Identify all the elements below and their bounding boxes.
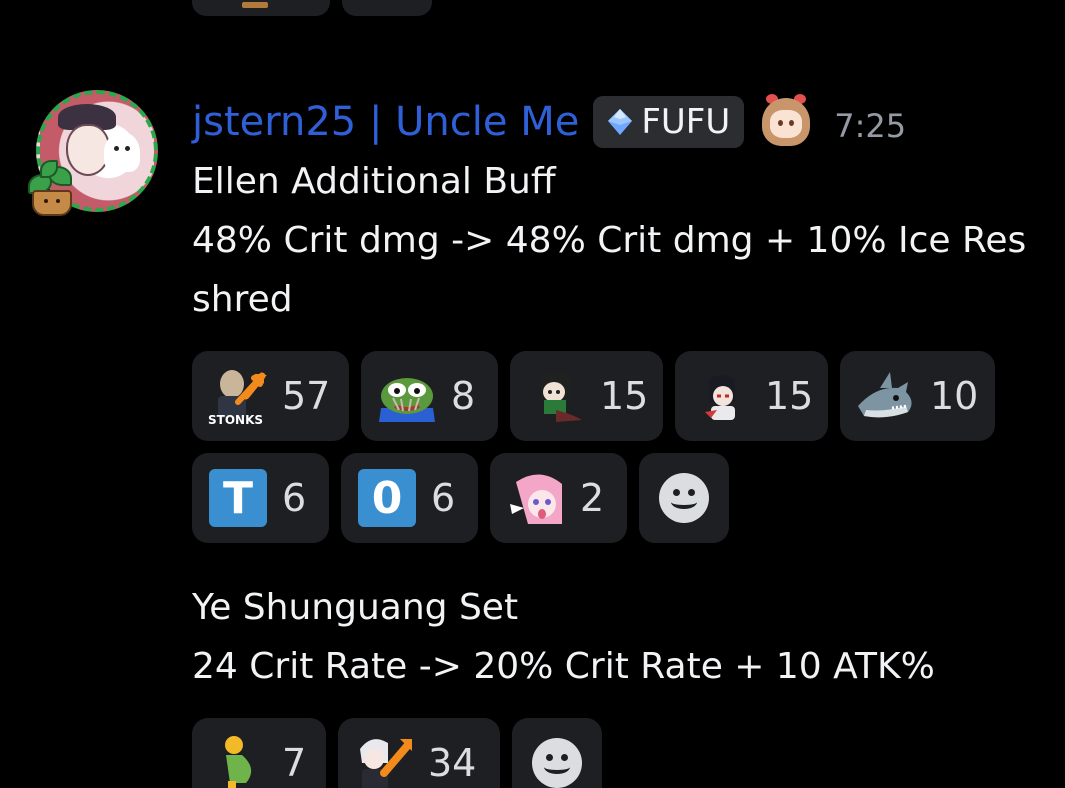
reaction-pregnant-man[interactable]: 7 [192, 718, 326, 788]
white-hair-stonks-icon [354, 733, 414, 788]
reaction-row: STONKS 57 8 15 15 10 [192, 351, 995, 441]
reaction-count: 34 [428, 741, 477, 785]
timestamp[interactable]: 7:25 [834, 99, 906, 145]
reaction-count: 15 [765, 374, 814, 418]
previous-reaction-emoji-icon [242, 2, 268, 8]
previous-add-reaction-button[interactable] [342, 0, 432, 16]
message-line: Ye Shunguang Set [192, 587, 519, 628]
reaction-count: 2 [580, 476, 605, 520]
reaction-count: 6 [431, 476, 456, 520]
reaction-count: 15 [600, 374, 649, 418]
message-line: 48% Crit dmg -> 48% Crit dmg + 10% Ice R… [192, 220, 1027, 261]
reaction-count: 6 [282, 476, 307, 520]
anime-girl-icon [526, 366, 586, 426]
reaction-pink-anime[interactable]: 2 [490, 453, 627, 543]
server-tag[interactable]: FUFU [593, 96, 745, 148]
anime-boy-icon [691, 366, 751, 426]
message-header: jstern25 | Uncle Me FUFU 7:25 [192, 94, 906, 150]
reaction-stonks[interactable]: STONKS 57 [192, 351, 349, 441]
smile-icon [659, 473, 709, 523]
username[interactable]: jstern25 | Uncle Me [192, 99, 579, 145]
letter-t-glyph: T [209, 469, 267, 527]
reaction-white-hair-stonks[interactable]: 34 [338, 718, 500, 788]
reaction-count: 7 [282, 741, 307, 785]
reaction-count: 57 [282, 374, 331, 418]
avatar-ghost [104, 132, 140, 172]
smile-icon [532, 738, 582, 788]
reaction-row: 7 34 [192, 718, 602, 788]
add-reaction-button[interactable] [512, 718, 602, 788]
reaction-pepe[interactable]: 8 [361, 351, 498, 441]
server-tag-label: FUFU [641, 102, 731, 142]
message-line: 24 Crit Rate -> 20% Crit Rate + 10 ATK% [192, 646, 935, 687]
pink-anime-icon [506, 468, 566, 528]
letter-o-glyph: 0 [358, 469, 416, 527]
reaction-count: 10 [930, 374, 979, 418]
gem-icon [608, 109, 633, 135]
pepe-frog-icon [377, 366, 437, 426]
plant-pot-icon [24, 160, 80, 216]
reaction-anime-boy[interactable]: 15 [675, 351, 828, 441]
message-line: shred [192, 279, 293, 320]
previous-reaction[interactable] [192, 0, 330, 16]
shark-icon [856, 366, 916, 426]
avatar[interactable] [28, 90, 158, 216]
reaction-anime-girl[interactable]: 15 [510, 351, 663, 441]
pregnant-man-icon [208, 733, 268, 788]
chat-view: jstern25 | Uncle Me FUFU 7:25 Ellen Addi… [0, 0, 1065, 788]
stonks-label: STONKS [208, 413, 263, 426]
role-icon [758, 94, 814, 150]
reaction-letter-o[interactable]: 0 6 [341, 453, 478, 543]
stonks-icon: STONKS [208, 366, 268, 427]
reaction-row: T 6 0 6 2 [192, 453, 729, 543]
letter-o-icon: 0 [357, 468, 417, 528]
reaction-letter-t[interactable]: T 6 [192, 453, 329, 543]
reaction-shark[interactable]: 10 [840, 351, 995, 441]
add-reaction-button[interactable] [639, 453, 729, 543]
message-line: Ellen Additional Buff [192, 161, 556, 202]
letter-t-icon: T [208, 468, 268, 528]
reaction-count: 8 [451, 374, 476, 418]
